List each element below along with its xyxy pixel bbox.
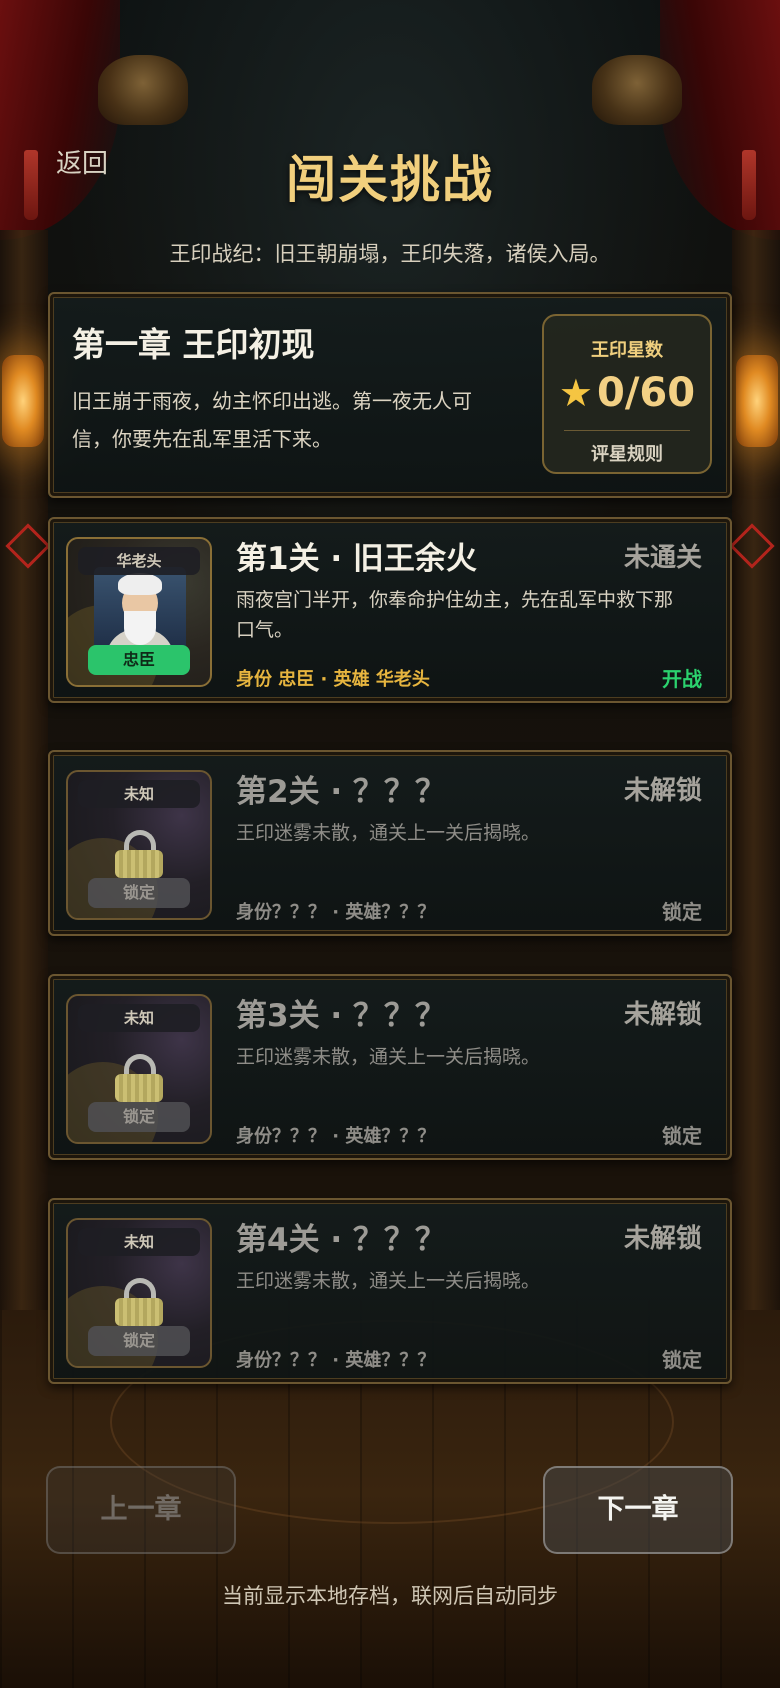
page-title: 闯关挑战 <box>286 151 494 209</box>
start-battle-button[interactable]: 开战 <box>662 663 702 692</box>
level-status: 未解锁 <box>623 1000 702 1030</box>
sync-note: 当前显示本地存档，联网后自动同步 <box>222 1584 558 1608</box>
lock-icon <box>115 1054 163 1102</box>
left-beast-carving <box>98 55 188 125</box>
role-badge: 锁定 <box>88 1326 190 1356</box>
level-status: 未通关 <box>623 543 702 573</box>
star-divider <box>564 430 690 431</box>
hero-card: 华老头 忠臣 <box>66 537 212 687</box>
star-icon: ★ <box>558 371 593 415</box>
level-status: 未解锁 <box>623 776 702 806</box>
chapter-panel: 第一章 王印初现 旧王崩于雨夜，幼主怀印出逃。第一夜无人可信，你要先在乱军里活下… <box>48 292 732 498</box>
hero-card: 未知 锁定 <box>66 770 212 920</box>
left-lantern <box>2 355 44 447</box>
level-status: 未解锁 <box>623 1224 702 1254</box>
hero-name: 华老头 <box>78 547 200 575</box>
portrait-beard <box>124 611 156 645</box>
level-title: 第4关 · ？？？ <box>236 1222 446 1258</box>
lock-body <box>115 850 163 878</box>
level-title: 第1关 · 旧王余火 <box>236 541 477 577</box>
locked-label: 锁定 <box>662 900 702 924</box>
hero-card: 未知 锁定 <box>66 1218 212 1368</box>
level-title: 第2关 · ？？？ <box>236 774 446 810</box>
page-subtitle: 王印战纪：旧王朝崩塌，王印失落，诸侯入局。 <box>169 242 611 266</box>
level-card: 未知 锁定 第2关 · ？？？ 未解锁 王印迷雾未散，通关上一关后揭晓。 身份？… <box>48 750 732 936</box>
level-card: 未知 锁定 第4关 · ？？？ 未解锁 王印迷雾未散，通关上一关后揭晓。 身份？… <box>48 1198 732 1384</box>
portrait-hair <box>118 573 162 595</box>
hero-name: 未知 <box>78 780 200 808</box>
star-count-box: 王印星数 ★ 0/60 评星规则 <box>542 314 712 474</box>
level-card: 未知 锁定 第3关 · ？？？ 未解锁 王印迷雾未散，通关上一关后揭晓。 身份？… <box>48 974 732 1160</box>
hero-portrait <box>94 567 186 655</box>
star-count-value: 0/60 <box>596 370 696 416</box>
level-meta: 身份 忠臣 · 英雄 华老头 <box>236 669 430 690</box>
lock-body <box>115 1074 163 1102</box>
star-count-label: 王印星数 <box>591 340 663 361</box>
level-title: 第3关 · ？？？ <box>236 998 446 1034</box>
level-meta: 身份？？？ · 英雄？？？ <box>236 1126 436 1147</box>
right-beast-carving <box>592 55 682 125</box>
level-description: 王印迷雾未散，通关上一关后揭晓。 <box>236 822 541 844</box>
locked-label: 锁定 <box>662 1348 702 1372</box>
role-badge: 锁定 <box>88 878 190 908</box>
right-lantern <box>736 355 778 447</box>
level-description: 王印迷雾未散，通关上一关后揭晓。 <box>236 1046 541 1068</box>
next-chapter-button[interactable]: 下一章 <box>543 1466 733 1554</box>
prev-chapter-button[interactable]: 上一章 <box>46 1466 236 1554</box>
hero-name: 未知 <box>78 1228 200 1256</box>
hero-name: 未知 <box>78 1004 200 1032</box>
chapter-description: 旧王崩于雨夜，幼主怀印出逃。第一夜无人可信，你要先在乱军里活下来。 <box>72 389 472 451</box>
star-rules-link[interactable]: 评星规则 <box>544 440 710 466</box>
star-count-row: ★ 0/60 <box>544 370 710 416</box>
role-badge: 锁定 <box>88 1102 190 1132</box>
lock-icon <box>115 830 163 878</box>
lock-body <box>115 1298 163 1326</box>
level-meta: 身份？？？ · 英雄？？？ <box>236 1350 436 1371</box>
role-badge: 忠臣 <box>88 645 190 675</box>
level-description: 王印迷雾未散，通关上一关后揭晓。 <box>236 1270 541 1292</box>
chapter-title: 第一章 王印初现 <box>72 325 315 364</box>
locked-label: 锁定 <box>662 1124 702 1148</box>
level-description: 雨夜宫门半开，你奉命护住幼主，先在乱军中救下那口气。 <box>236 589 674 641</box>
level-card[interactable]: 华老头 忠臣 第1关 · 旧王余火 未通关 雨夜宫门半开，你奉命护住幼主，先在乱… <box>48 517 732 703</box>
level-meta: 身份？？？ · 英雄？？？ <box>236 902 436 923</box>
hero-card: 未知 锁定 <box>66 994 212 1144</box>
lock-icon <box>115 1278 163 1326</box>
